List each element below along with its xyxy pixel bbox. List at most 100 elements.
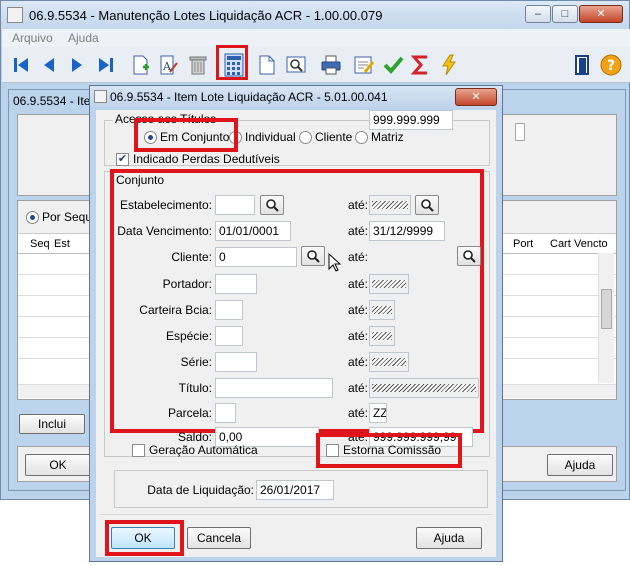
serie-to-input[interactable] — [369, 352, 409, 372]
search-icon[interactable] — [301, 246, 325, 266]
scrollbar-thumb[interactable] — [601, 289, 612, 329]
especie-to-input[interactable] — [369, 326, 395, 346]
help-button[interactable]: Ajuda — [416, 527, 482, 549]
delete-record-icon[interactable] — [185, 52, 211, 78]
estorna-comissao-label: Estorna Comissão — [343, 443, 442, 457]
checkbox-checked[interactable]: ✔ — [116, 152, 129, 166]
parcela-from-input[interactable] — [215, 403, 236, 423]
column-header-est[interactable]: Est — [54, 238, 70, 250]
minimize-icon[interactable]: – — [525, 5, 551, 23]
radio-em-conjunto[interactable]: Em Conjunto — [144, 130, 229, 144]
radio-button[interactable] — [229, 130, 242, 144]
ate-label: até: — [348, 355, 369, 369]
especie-from-input[interactable] — [215, 326, 243, 346]
ate-label: até: — [348, 303, 369, 317]
calculator-grid-icon[interactable] — [221, 52, 247, 78]
cliente-from-input[interactable]: 0 — [215, 247, 297, 267]
print-icon[interactable] — [318, 52, 344, 78]
radio-button[interactable] — [144, 130, 157, 144]
previous-record-icon[interactable] — [36, 52, 62, 78]
app-icon — [7, 7, 23, 23]
document-icon[interactable] — [254, 52, 280, 78]
add-record-icon[interactable] — [128, 52, 154, 78]
radio-cliente[interactable]: Cliente — [299, 130, 352, 144]
ok-button[interactable]: OK — [111, 527, 175, 549]
search-icon[interactable] — [415, 195, 439, 215]
portador-label: Portador: — [162, 277, 212, 291]
radio-button[interactable] — [26, 210, 39, 224]
geracao-automatica-checkbox[interactable]: Geração Automática — [132, 443, 258, 457]
cliente-label: Cliente: — [171, 250, 212, 264]
menubar: Arquivo Ajuda — [2, 29, 630, 47]
portador-from-input[interactable] — [215, 274, 257, 294]
include-button[interactable]: Inclui — [19, 414, 85, 434]
radio-matriz-label: Matriz — [371, 130, 404, 144]
radio-matriz[interactable]: Matriz — [355, 130, 404, 144]
carteira-bcia-to-input[interactable] — [369, 300, 395, 320]
serie-from-input[interactable] — [215, 352, 257, 372]
sub-help-button[interactable]: Ajuda — [547, 454, 613, 476]
help-icon[interactable]: ? — [598, 52, 624, 78]
sub-window-title: 06.9.5534 - Item — [13, 94, 101, 108]
sub-ok-button[interactable]: OK — [25, 454, 91, 476]
sub-radio-por-sequencia[interactable]: Por Sequê — [26, 210, 99, 224]
data-vencimento-to-input[interactable]: 31/12/9999 — [369, 221, 445, 241]
titulo-from-input[interactable] — [215, 378, 333, 398]
menu-arquivo[interactable]: Arquivo — [12, 31, 53, 45]
dialog-app-icon — [94, 90, 107, 103]
sigma-icon[interactable] — [408, 52, 434, 78]
maximize-icon[interactable]: □ — [552, 5, 578, 23]
dialog-title: 06.9.5534 - Item Lote Liquidação ACR - 5… — [110, 90, 388, 104]
saldo-label: Saldo: — [177, 430, 212, 444]
button-separator — [100, 514, 492, 515]
ate-label: até: — [348, 430, 369, 444]
checkbox-unchecked[interactable] — [132, 443, 145, 457]
estabelecimento-from-input[interactable] — [215, 195, 255, 215]
portador-to-input[interactable] — [369, 274, 409, 294]
mouse-cursor-icon — [328, 252, 342, 276]
grid-scrollbar[interactable] — [598, 253, 614, 383]
data-vencimento-from-input[interactable]: 01/01/0001 — [215, 221, 291, 241]
cliente-to-input[interactable]: 999.999.999 — [369, 110, 453, 130]
edit-record-icon[interactable]: A — [156, 52, 182, 78]
column-header-vencto[interactable]: Vencto — [574, 238, 608, 250]
main-window-title: 06.9.5534 - Manutenção Lotes Liquidação … — [29, 8, 383, 23]
ate-label: até: — [348, 198, 369, 212]
search-icon[interactable] — [260, 195, 284, 215]
preview-icon[interactable] — [283, 52, 309, 78]
edit-form-icon[interactable] — [351, 52, 377, 78]
lightning-icon[interactable] — [436, 52, 462, 78]
radio-individual[interactable]: Individual — [229, 130, 296, 144]
parcela-to-input[interactable]: ZZ — [369, 403, 387, 423]
estorna-comissao-checkbox[interactable]: Estorna Comissão — [326, 443, 441, 457]
main-titlebar: 06.9.5534 - Manutenção Lotes Liquidação … — [1, 1, 629, 29]
column-header-seq[interactable]: Seq — [30, 238, 50, 250]
last-record-icon[interactable] — [93, 52, 119, 78]
cancel-button[interactable]: Cancela — [187, 527, 251, 549]
carteira-bcia-from-input[interactable] — [215, 300, 243, 320]
dialog-titlebar: 06.9.5534 - Item Lote Liquidação ACR - 5… — [90, 86, 502, 108]
menu-ajuda[interactable]: Ajuda — [68, 31, 99, 45]
dialog-close-icon[interactable]: ✕ — [455, 88, 497, 106]
next-record-icon[interactable] — [64, 52, 90, 78]
radio-cliente-label: Cliente — [315, 130, 353, 144]
estabelecimento-to-input[interactable] — [369, 195, 411, 215]
exit-door-icon[interactable] — [570, 52, 596, 78]
data-liquidacao-input[interactable]: 26/01/2017 — [256, 480, 334, 500]
checkbox-unchecked[interactable] — [326, 443, 339, 457]
indicado-perdas-checkbox[interactable]: ✔ Indicado Perdas Dedutíveis — [116, 152, 280, 166]
radio-button[interactable] — [299, 130, 312, 144]
column-header-port[interactable]: Port — [513, 238, 533, 250]
column-header-cart[interactable]: Cart — [550, 238, 571, 250]
close-icon[interactable]: ✕ — [579, 5, 623, 23]
radio-button[interactable] — [355, 130, 368, 144]
data-liquidacao-label: Data de Liquidação: — [147, 483, 254, 497]
especie-label: Espécie: — [165, 329, 212, 343]
first-record-icon[interactable] — [8, 52, 34, 78]
search-icon[interactable] — [457, 246, 481, 266]
ate-label: até: — [348, 329, 369, 343]
titulo-to-input[interactable] — [369, 378, 479, 398]
conjunto-label: Conjunto — [114, 173, 167, 187]
ate-label: até: — [348, 277, 369, 291]
check-icon[interactable] — [380, 52, 406, 78]
